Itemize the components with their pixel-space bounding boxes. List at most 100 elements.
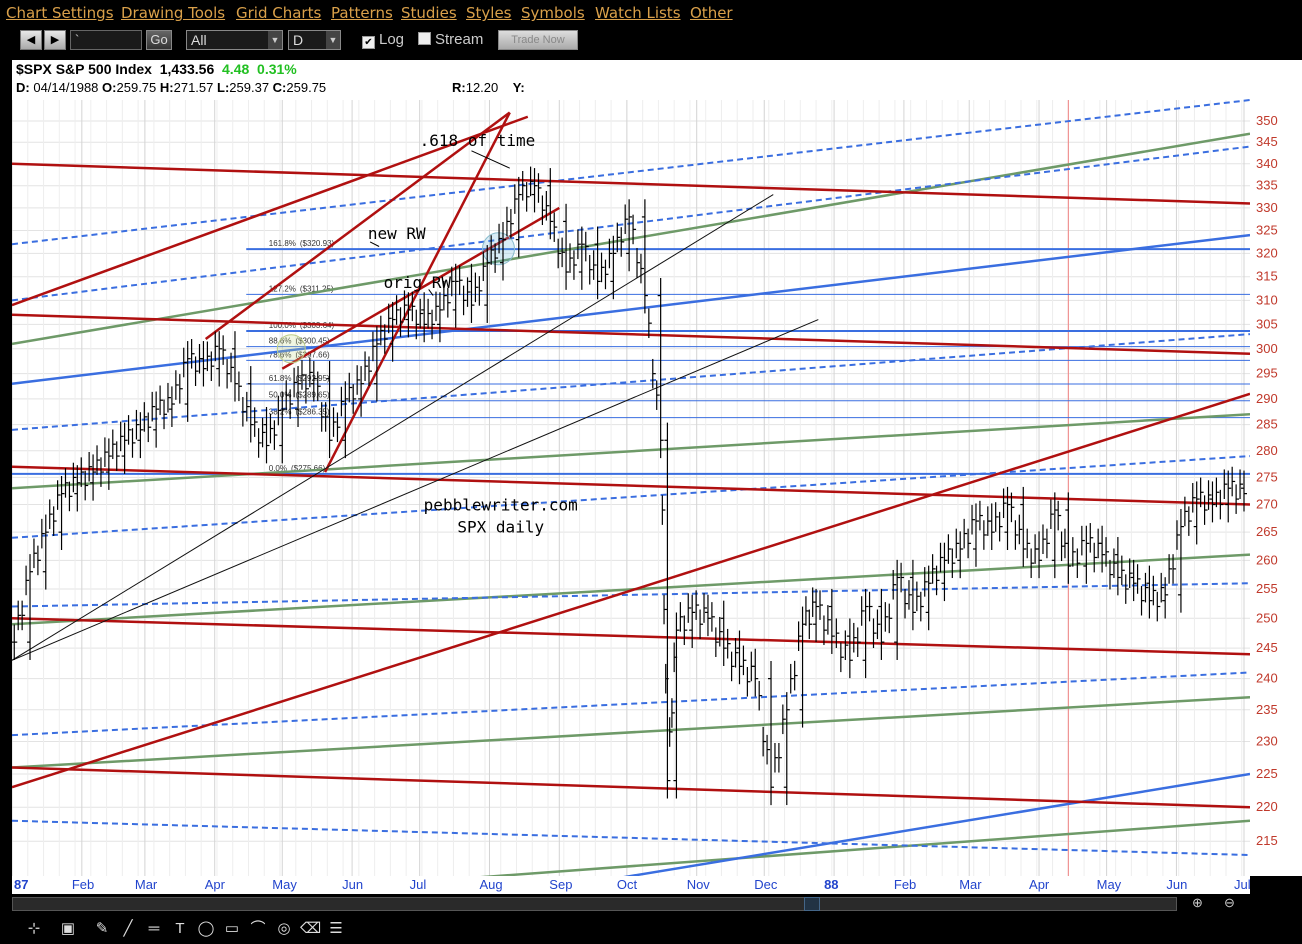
spiral-tool-icon[interactable]: ◎ [274,920,294,938]
date-value: 04/14/1988 [33,80,99,95]
menu-watch-lists[interactable]: Watch Lists [595,4,681,22]
blue-trend-line [12,233,1250,385]
rect-tool-icon[interactable]: ▭ [222,920,242,938]
x-tick-label: Mar [135,877,158,892]
green-channel-line [480,819,1250,876]
trash-tool-icon[interactable]: ⌫ [300,920,321,938]
y-tick-label: 325 [1256,223,1278,238]
date-axis[interactable]: 87 Feb Mar Apr May Jun Jul Aug Sep Oct Nov Dec 88 Feb… [12,876,1251,894]
x-tick-label: 88 [824,877,838,892]
y-tick-label: 275 [1256,469,1278,484]
period-select-value: D [293,32,304,48]
y-tick-label: 260 [1256,552,1278,567]
change-text: 4.48 [222,61,250,77]
symbol-input[interactable]: ` [70,30,142,50]
fib-price: ($292.95) [295,374,330,383]
quote-header: $SPX S&P 500 Index 1,433.56 4.48 0.31% [16,61,297,77]
fib-level-label: 61.8% ($292.95) [269,374,330,383]
go-button[interactable]: Go [146,30,172,50]
menu-grid-charts[interactable]: Grid Charts [236,4,321,22]
menu-drawing-tools[interactable]: Drawing Tools [121,4,225,22]
y-tick-label: 240 [1256,671,1278,686]
y-tick-label: 225 [1256,766,1278,781]
high-value: 271.57 [173,80,214,95]
x-tick-label: Apr [1029,877,1050,892]
price-axis-svg: 215 220 225 230 235 240 245 250 255 260 265 270 275 2… [1256,113,1278,848]
x-tick-label: Nov [687,877,711,892]
x-tick-label: Dec [754,877,778,892]
menu-symbols[interactable]: Symbols [521,4,585,22]
zoom-out-icon[interactable]: ⊖ [1224,895,1248,911]
list-tool-icon[interactable]: ☰ [326,920,346,938]
y-tick-label: 300 [1256,341,1278,356]
low-value: 259.37 [229,80,270,95]
next-button[interactable]: ▶ [44,30,66,50]
y-tick-label: 215 [1256,833,1278,848]
r-label: R: [452,80,466,95]
range-select[interactable]: All ▼ [186,30,283,50]
annotation-text: new RW [368,224,426,243]
y-tick-label: 320 [1256,245,1278,260]
symbol-name-text: S&P 500 Index [55,61,152,77]
price-axis[interactable]: 215 220 225 230 235 240 245 250 255 260 265 270 275 2… [1250,60,1302,876]
arc-tool-icon[interactable]: ⌒ [248,920,268,938]
y-tick-label: 230 [1256,734,1278,749]
cursor-tool-icon[interactable]: ⊹ [24,920,44,938]
blue-dashed-channel-line [12,582,1250,608]
pencil-tool-icon[interactable]: ✎ [92,920,112,938]
fib-pct: 61.8% [269,374,292,383]
annotation-text: .618 of time [420,131,536,150]
y-tick-label: 255 [1256,581,1278,596]
stream-checkbox[interactable]: Stream [418,30,483,50]
select-tool-icon[interactable]: ▣ [58,920,78,938]
x-tick-label: Oct [617,877,638,892]
x-tick-label: May [1097,877,1122,892]
y-tick-label: 270 [1256,497,1278,512]
zoom-in-icon[interactable]: ⊕ [1192,895,1216,911]
menu-patterns[interactable]: Patterns [331,4,393,22]
scrollbar-thumb[interactable] [804,897,820,911]
chart-panel[interactable]: 161.8% ($320.93) 127.2% ($311.25) 100.0% ($30… [12,60,1250,876]
menu-chart-settings[interactable]: Chart Settings [6,4,114,22]
annotation-text: orig RW [384,273,452,292]
trade-now-button[interactable]: Trade Now [498,30,578,50]
period-select[interactable]: D ▼ [288,30,341,50]
close-label: C: [272,80,287,95]
ellipse-tool-icon[interactable]: ◯ [196,920,216,938]
y-tick-label: 245 [1256,640,1278,655]
checkbox-unchecked-icon [418,32,431,45]
price-chart[interactable]: 161.8% ($320.93)127.2% ($311.25)100.0% ($30… [12,60,1250,876]
green-channel-line [12,695,1250,769]
y-label: Y: [512,80,525,95]
menu-other[interactable]: Other [690,4,733,22]
scrollbar-track[interactable] [12,897,1177,911]
x-tick-label: Apr [205,877,226,892]
text-tool-icon[interactable]: T [170,920,190,938]
log-checkbox[interactable]: ✔ Log [362,30,404,50]
y-tick-label: 340 [1256,156,1278,171]
chart-scrollbar[interactable]: ⊕ ⊖ [12,894,1250,912]
toolbar: ◀ ▶ ` Go All ▼ D ▼ ✔ Log Stream Trade Now [0,26,1302,56]
hline-tool-icon[interactable]: ═ [144,920,164,938]
high-label: H: [159,80,174,95]
y-tick-label: 345 [1256,134,1278,149]
y-tick-label: 250 [1256,610,1278,625]
x-tick-label: May [272,877,297,892]
close-value: 259.75 [286,80,327,95]
y-tick-label: 335 [1256,178,1278,193]
annotation-text: SPX daily [457,518,544,537]
blue-dashed-channel-line [12,671,1250,737]
x-tick-label: Sep [549,877,572,892]
prev-button[interactable]: ◀ [20,30,42,50]
y-tick-label: 220 [1256,799,1278,814]
r-value: 12.20 [465,80,499,95]
menu-styles[interactable]: Styles [466,4,512,22]
y-tick-label: 265 [1256,524,1278,539]
open-label: O: [102,80,117,95]
chevron-down-icon: ▼ [326,31,340,49]
blue-dashed-channel-line [12,455,1250,539]
r-readout: R:12.20 Y: [452,80,525,95]
line-tool-icon[interactable]: ╱ [118,920,138,938]
menu-studies[interactable]: Studies [401,4,457,22]
highlight-circle [276,334,306,364]
